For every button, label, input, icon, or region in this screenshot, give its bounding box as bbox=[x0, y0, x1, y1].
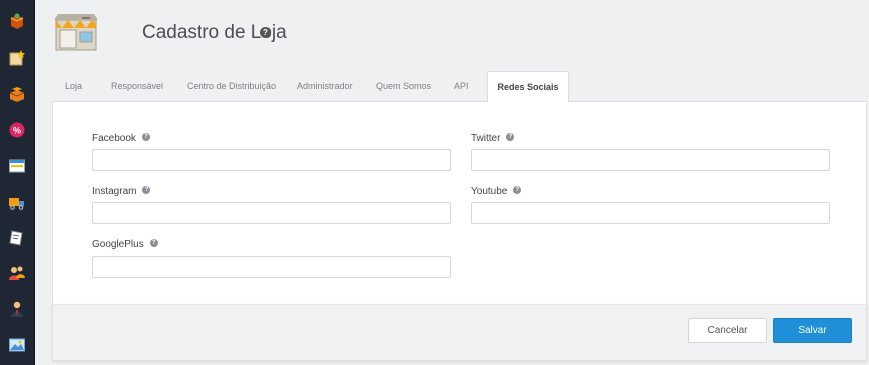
googleplus-field[interactable] bbox=[92, 256, 451, 278]
instagram-label-text: Instagram bbox=[92, 186, 137, 197]
googleplus-label: GooglePlus? bbox=[92, 239, 158, 250]
tab-quem-somos[interactable]: Quem Somos bbox=[376, 71, 431, 102]
users-icon[interactable] bbox=[8, 264, 26, 282]
twitter-label: Twitter? bbox=[471, 133, 515, 144]
note-card-icon[interactable] bbox=[8, 229, 26, 247]
twitter-label-text: Twitter bbox=[471, 133, 501, 144]
discount-percent-icon[interactable]: % bbox=[8, 121, 26, 139]
delivery-truck-icon[interactable] bbox=[8, 193, 26, 211]
tab-redes-sociais[interactable]: Redes Sociais bbox=[487, 71, 569, 103]
help-icon[interactable]: ? bbox=[513, 186, 522, 195]
youtube-label-text: Youtube bbox=[471, 186, 508, 197]
help-icon[interactable]: ? bbox=[142, 186, 151, 195]
youtube-field[interactable] bbox=[471, 202, 830, 224]
boxes-icon[interactable] bbox=[8, 85, 26, 103]
facebook-label-text: Facebook bbox=[92, 133, 136, 144]
person-icon[interactable] bbox=[8, 300, 26, 318]
store-form-card: Loja Responsável Centro de Distribuição … bbox=[52, 71, 867, 361]
store-box-icon[interactable] bbox=[8, 12, 26, 30]
instagram-label: Instagram? bbox=[92, 186, 151, 197]
twitter-field[interactable] bbox=[471, 149, 830, 171]
help-icon[interactable]: ? bbox=[506, 133, 515, 142]
svg-text:%: % bbox=[13, 126, 21, 136]
help-icon[interactable]: ? bbox=[141, 133, 150, 142]
store-logo-icon bbox=[52, 12, 100, 52]
form-footer: Cancelar Salvar bbox=[52, 304, 867, 361]
facebook-field[interactable] bbox=[92, 149, 451, 171]
page-header: Cadastro de Loja ? bbox=[35, 0, 869, 70]
save-button[interactable]: Salvar bbox=[773, 318, 852, 343]
tab-bar: Loja Responsável Centro de Distribuição … bbox=[52, 71, 867, 103]
tab-responsavel[interactable]: Responsável bbox=[111, 71, 163, 102]
sidebar: % bbox=[0, 0, 35, 365]
window-browser-icon[interactable] bbox=[8, 157, 26, 175]
googleplus-label-text: GooglePlus bbox=[92, 239, 144, 250]
image-gallery-icon[interactable] bbox=[8, 336, 26, 354]
help-icon[interactable]: ? bbox=[260, 27, 271, 38]
tab-centro-distribuicao[interactable]: Centro de Distribuição bbox=[187, 71, 276, 102]
facebook-label: Facebook? bbox=[92, 133, 150, 144]
help-icon[interactable]: ? bbox=[149, 239, 158, 248]
catalog-star-icon[interactable] bbox=[8, 49, 26, 67]
instagram-field[interactable] bbox=[92, 202, 451, 224]
youtube-label: Youtube? bbox=[471, 186, 522, 197]
tab-administrador[interactable]: Administrador bbox=[297, 71, 353, 102]
tab-api[interactable]: API bbox=[454, 71, 469, 102]
cancel-button[interactable]: Cancelar bbox=[688, 318, 767, 343]
tab-loja[interactable]: Loja bbox=[65, 71, 82, 102]
